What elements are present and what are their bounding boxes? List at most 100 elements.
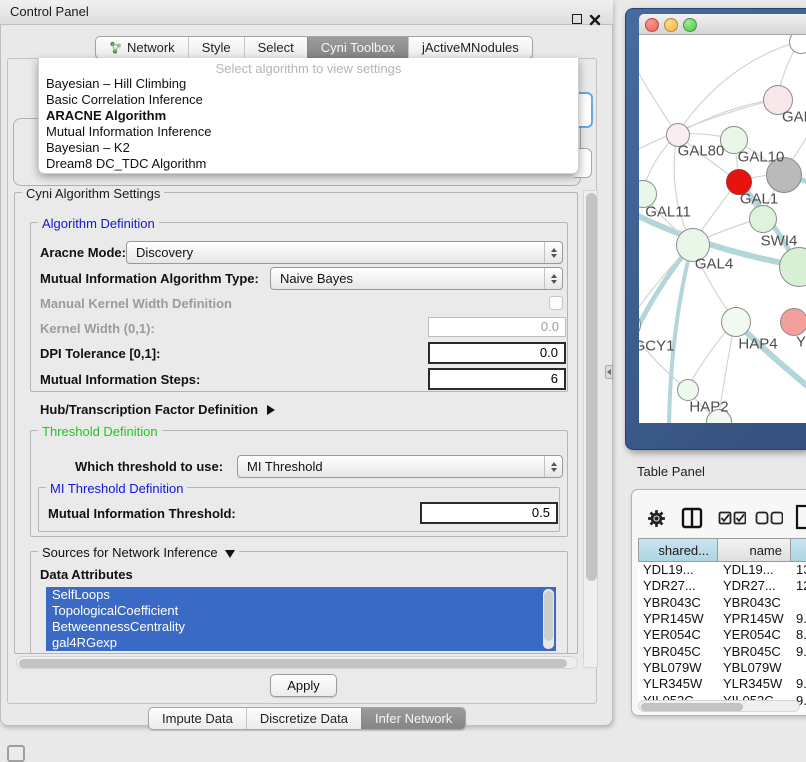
algorithm-option-selected[interactable]: ARACNE Algorithm <box>46 108 166 124</box>
deselect-columns-icon[interactable] <box>755 511 783 525</box>
select-columns-icon[interactable] <box>718 511 746 525</box>
float-icon[interactable] <box>572 14 582 24</box>
close-icon[interactable] <box>589 13 601 25</box>
mi-type-select[interactable]: Naive Bayes <box>270 267 563 290</box>
network-node[interactable] <box>780 308 806 336</box>
table-cell[interactable]: 9. <box>791 644 806 660</box>
tab-style[interactable]: Style <box>188 37 244 58</box>
table-row[interactable]: YER054CYER054C8. <box>638 627 806 643</box>
table-cell[interactable]: YLR345W <box>718 676 791 692</box>
close-window-icon[interactable] <box>645 18 659 32</box>
algorithm-option[interactable]: Mutual Information Inference <box>46 124 211 140</box>
network-canvas[interactable]: GALGAL80GAL10GAL1GAL11SWI4GAL4HAP4YGCY1H… <box>639 35 806 423</box>
network-node[interactable] <box>721 307 751 337</box>
network-edge[interactable] <box>639 55 677 134</box>
apply-button[interactable]: Apply <box>270 674 337 697</box>
which-threshold-select[interactable]: MI Threshold <box>237 455 563 478</box>
tab-network[interactable]: Network <box>96 37 188 58</box>
table-row[interactable]: YDR27...YDR27...12 <box>638 578 806 594</box>
network-edge[interactable] <box>639 324 687 389</box>
manual-kernel-label: Manual Kernel Width Definition <box>40 296 232 311</box>
stepper-up-down-icon[interactable] <box>544 242 562 263</box>
network-window-titlebar[interactable] <box>639 14 806 35</box>
attributes-list-scrollbar[interactable] <box>543 589 554 649</box>
dpi-tolerance-input[interactable]: 0.0 <box>428 342 566 364</box>
settings-horizontal-scrollbar-thumb[interactable] <box>19 659 567 668</box>
tab-infer-network[interactable]: Infer Network <box>361 708 465 729</box>
table-row[interactable]: YBL079WYBL079W <box>638 660 806 676</box>
tab-select-label: Select <box>258 37 294 59</box>
table-cell[interactable]: 8. <box>791 627 806 643</box>
aracne-mode-label: Aracne Mode: <box>40 245 126 260</box>
hub-factor-expander[interactable]: Hub/Transcription Factor Definition <box>40 401 275 419</box>
aracne-mode-select[interactable]: Discovery <box>126 241 563 264</box>
table-cell[interactable]: YBL079W <box>718 660 791 676</box>
algorithm-option[interactable]: Dream8 DC_TDC Algorithm <box>46 156 206 172</box>
table-cell[interactable]: YDL19... <box>718 562 791 578</box>
collapse-left-icon[interactable] <box>605 365 613 379</box>
split-columns-icon[interactable] <box>681 507 703 529</box>
page-icon[interactable] <box>795 504 806 530</box>
collapsed-panel-button[interactable] <box>7 745 25 762</box>
tab-impute-data[interactable]: Impute Data <box>149 708 246 729</box>
table-cell[interactable]: YBR043C <box>638 595 718 611</box>
table-cell[interactable]: YPR145W <box>718 611 791 627</box>
table-cell[interactable]: 9. <box>791 611 806 627</box>
triangle-down-icon[interactable] <box>225 550 235 558</box>
stepper-up-down-icon[interactable] <box>544 456 562 477</box>
table-row[interactable]: YDL19...YDL19...13 <box>638 562 806 578</box>
table-row[interactable]: YLR345WYLR345W9. <box>638 676 806 692</box>
table-cell[interactable]: YDR27... <box>638 578 718 594</box>
table-cell[interactable]: YER054C <box>638 627 718 643</box>
table-cell[interactable]: 12 <box>791 578 806 594</box>
tab-cyni-toolbox[interactable]: Cyni Toolbox <box>307 37 408 58</box>
table-cell[interactable]: YDR27... <box>718 578 791 594</box>
table-cell[interactable]: YBR043C <box>718 595 791 611</box>
table-cell[interactable]: YBR045C <box>638 644 718 660</box>
table-row[interactable]: YBR045CYBR045C9. <box>638 644 806 660</box>
zoom-window-icon[interactable] <box>683 18 697 32</box>
gear-icon[interactable] <box>645 507 667 529</box>
sources-collapser[interactable]: Sources for Network Inference <box>38 545 239 560</box>
network-node-label: Y <box>796 334 806 351</box>
settings-horizontal-scrollbar[interactable] <box>16 656 578 669</box>
tab-jactivemnodules[interactable]: jActiveMNodules <box>408 37 532 58</box>
algorithm-option[interactable]: Basic Correlation Inference <box>46 92 203 108</box>
table-column-header[interactable] <box>791 538 806 562</box>
kernel-width-input[interactable]: 0.0 <box>428 317 566 337</box>
table-cell[interactable]: YDL19... <box>638 562 718 578</box>
table-cell[interactable]: 13 <box>791 562 806 578</box>
stepper-up-down-icon[interactable] <box>544 268 562 289</box>
table-column-header[interactable]: shared... <box>638 538 718 562</box>
network-node-label: GAL10 <box>738 149 785 166</box>
table-row[interactable]: YPR145WYPR145W9. <box>638 611 806 627</box>
table-cell[interactable]: 9. <box>791 676 806 692</box>
attributes-scrollbar-thumb[interactable] <box>544 591 553 641</box>
kernel-width-label: Kernel Width (0,1): <box>40 321 155 336</box>
mi-steps-input[interactable]: 6 <box>428 368 566 390</box>
table-row[interactable]: YBR043CYBR043C <box>638 595 806 611</box>
mi-threshold-input[interactable]: 0.5 <box>420 502 558 524</box>
network-node[interactable] <box>749 205 777 233</box>
attribute-list-item[interactable]: gal4RGexp <box>46 635 556 651</box>
triangle-right-icon[interactable] <box>267 405 275 415</box>
table-cell[interactable]: YBR045C <box>718 644 791 660</box>
settings-vertical-scrollbar-thumb[interactable] <box>586 193 597 581</box>
table-scrollbar-thumb[interactable] <box>641 703 743 711</box>
table-cell[interactable]: YPR145W <box>638 611 718 627</box>
table-column-header[interactable]: name <box>718 538 791 562</box>
table-cell[interactable]: YER054C <box>718 627 791 643</box>
tab-select[interactable]: Select <box>244 37 307 58</box>
table-horizontal-scrollbar[interactable] <box>638 700 800 712</box>
algorithm-option[interactable]: Bayesian – Hill Climbing <box>46 76 186 92</box>
manual-kernel-checkbox[interactable] <box>549 296 563 310</box>
algorithm-option[interactable]: Bayesian – K2 <box>46 140 130 156</box>
table-cell[interactable]: YLR345W <box>638 676 718 692</box>
minimize-window-icon[interactable] <box>664 18 678 32</box>
attribute-list-item[interactable]: BetweennessCentrality <box>46 619 556 635</box>
tab-discretize-data[interactable]: Discretize Data <box>246 708 361 729</box>
attribute-list-item[interactable]: SelfLoops <box>46 587 556 603</box>
settings-vertical-scrollbar[interactable] <box>583 190 598 668</box>
table-cell[interactable]: YBL079W <box>638 660 718 676</box>
attribute-list-item[interactable]: TopologicalCoefficient <box>46 603 556 619</box>
